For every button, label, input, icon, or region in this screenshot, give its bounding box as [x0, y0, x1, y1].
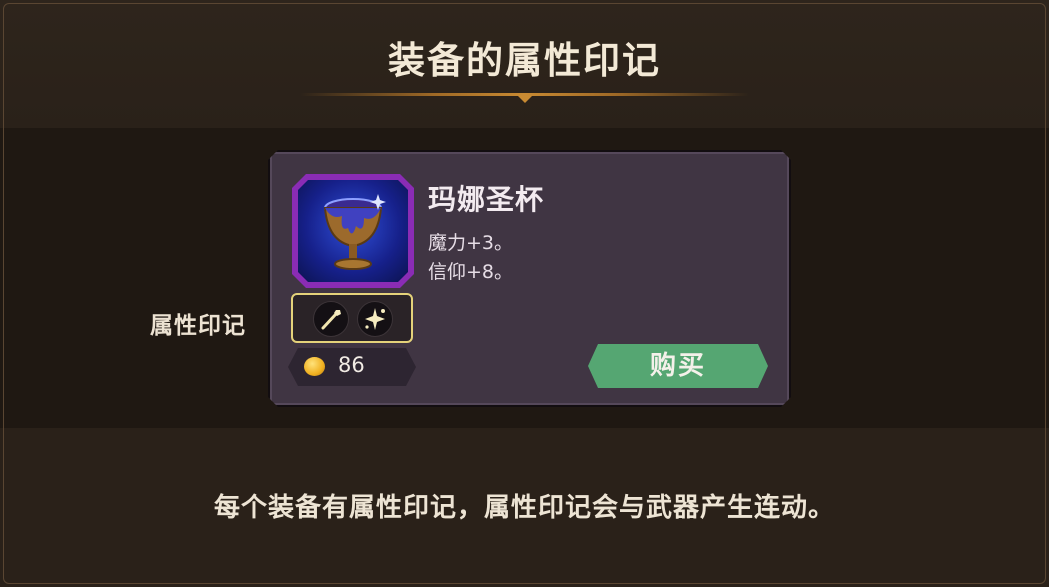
gold-coin-icon [304, 357, 325, 376]
item-card: 玛娜圣杯 魔力+3。 信仰+8。 86 购买 [268, 150, 791, 407]
seal-side-label: 属性印记 [150, 313, 246, 339]
title-divider-notch [517, 95, 533, 103]
hint-text: 每个装备有属性印记，属性印记会与武器产生连动。 [213, 493, 835, 523]
price-value: 86 [338, 353, 365, 377]
item-icon-background [298, 180, 408, 282]
item-name: 玛娜圣杯 [428, 183, 545, 216]
dialog-title: 装备的属性印记 [388, 39, 661, 82]
buy-button[interactable]: 购买 [588, 344, 768, 388]
item-icon-frame[interactable] [292, 174, 414, 288]
price-tag: 86 [288, 348, 416, 386]
sparkle-seal-icon[interactable] [357, 301, 393, 337]
item-stat-faith: 信仰+8。 [428, 261, 514, 283]
item-stat-magic: 魔力+3。 [428, 232, 514, 254]
dialog-header: 装备的属性印记 [0, 0, 1049, 128]
seal-box[interactable] [291, 293, 413, 343]
dialog-frame: 装备的属性印记 属性印记 玛娜圣杯 魔力+3。 信仰+8。 86 购买 每个装备… [0, 0, 1049, 587]
chalice-icon [298, 180, 408, 282]
wand-seal-icon[interactable] [313, 301, 349, 337]
